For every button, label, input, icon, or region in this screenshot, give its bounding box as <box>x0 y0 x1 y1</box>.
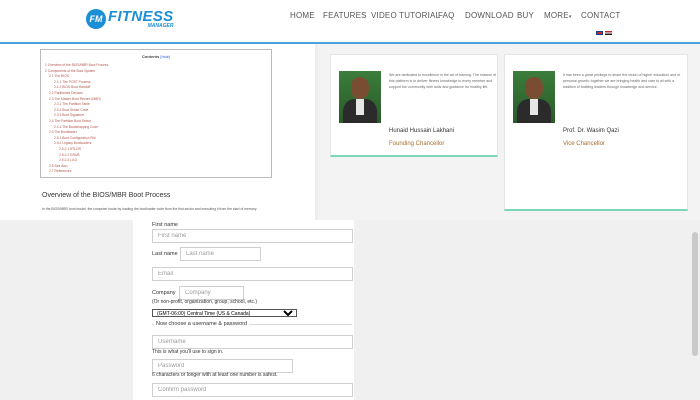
email-input[interactable] <box>152 267 353 281</box>
blank-panel-left <box>0 220 133 400</box>
toc-hide-link[interactable]: [hide] <box>160 54 170 59</box>
credentials-section-title: Now choose a username & password <box>152 321 352 327</box>
confirm-password-input[interactable] <box>152 383 353 397</box>
toc-title: Contents [hide] <box>41 54 271 59</box>
staff-photo <box>513 71 555 123</box>
credentials-section-text: Now choose a username & password <box>154 321 250 327</box>
nav-faq[interactable]: FAQ <box>438 11 455 20</box>
password-hint: 6 characters or longer with at least one… <box>152 372 278 378</box>
password-input[interactable] <box>152 359 293 373</box>
signup-form: First name Last name Company (Or non-pro… <box>133 220 354 400</box>
timezone-select[interactable]: (GMT-06:00) Central Time (US & Canada) <box>152 309 297 317</box>
toc-item[interactable]: 2.7 References <box>41 169 271 175</box>
vertical-scrollbar[interactable] <box>692 232 698 356</box>
uk-flag-icon[interactable] <box>596 31 603 35</box>
staff-card: We are dedicated to excellence in the ar… <box>330 54 498 157</box>
logo-sub-text: MANAGER <box>147 23 174 29</box>
staff-card: It has been a great privilege to share t… <box>504 54 688 211</box>
nav-home[interactable]: HOME <box>290 11 315 20</box>
username-hint: This is what you'll use to sign in. <box>152 349 224 355</box>
main-nav: HOME FEATURES VIDEO TUTORIAL FAQ DOWNLOA… <box>0 11 700 23</box>
document-panel: Contents [hide] 1 Overview of the BIOS/M… <box>0 44 315 220</box>
first-name-label: First name <box>152 222 178 228</box>
staff-message: It has been a great privilege to share t… <box>563 73 681 89</box>
last-name-label: Last name <box>152 251 178 257</box>
staff-message: We are dedicated to excellence in the ar… <box>389 73 497 89</box>
staff-name: Prof. Dr. Wasim Qazi <box>563 128 619 134</box>
arabic-flag-icon[interactable] <box>605 31 612 35</box>
nav-contact[interactable]: CONTACT <box>581 11 620 20</box>
nav-more[interactable]: MORE▾ <box>544 11 572 20</box>
company-input[interactable] <box>179 286 244 300</box>
staff-section: We are dedicated to excellence in the ar… <box>318 44 700 220</box>
document-text: In the BIOS/MBR boot model, the computer… <box>42 207 258 211</box>
nav-download[interactable]: DOWNLOAD <box>465 11 514 20</box>
username-input[interactable] <box>152 335 353 349</box>
nav-buy[interactable]: BUY <box>517 11 534 20</box>
last-name-input[interactable] <box>180 247 261 261</box>
company-label: Company <box>152 290 176 296</box>
first-name-input[interactable] <box>152 229 353 243</box>
nav-video-tutorial[interactable]: VIDEO TUTORIAL <box>371 11 440 20</box>
staff-name: Hunaid Hussain Lakhani <box>389 128 455 134</box>
toc-list: 1 Overview of the BIOS/MBR Boot Process … <box>41 63 271 175</box>
toc-title-text: Contents <box>141 54 160 59</box>
nav-features[interactable]: FEATURES <box>323 11 367 20</box>
chevron-down-icon: ▾ <box>568 14 572 20</box>
table-of-contents: Contents [hide] 1 Overview of the BIOS/M… <box>40 49 272 178</box>
blank-panel-right <box>354 220 700 400</box>
company-hint: (Or non-profit, organization, group, sch… <box>152 299 258 305</box>
staff-photo <box>339 71 381 123</box>
nav-more-label: MORE <box>544 11 569 20</box>
site-header: FM FITNESS MANAGER HOME FEATURES VIDEO T… <box>0 0 700 44</box>
staff-title: Founding Chancellor <box>389 141 445 147</box>
document-heading: Overview of the BIOS/MBR Boot Process <box>42 192 171 199</box>
staff-title: Vice Chancellor <box>563 141 605 147</box>
